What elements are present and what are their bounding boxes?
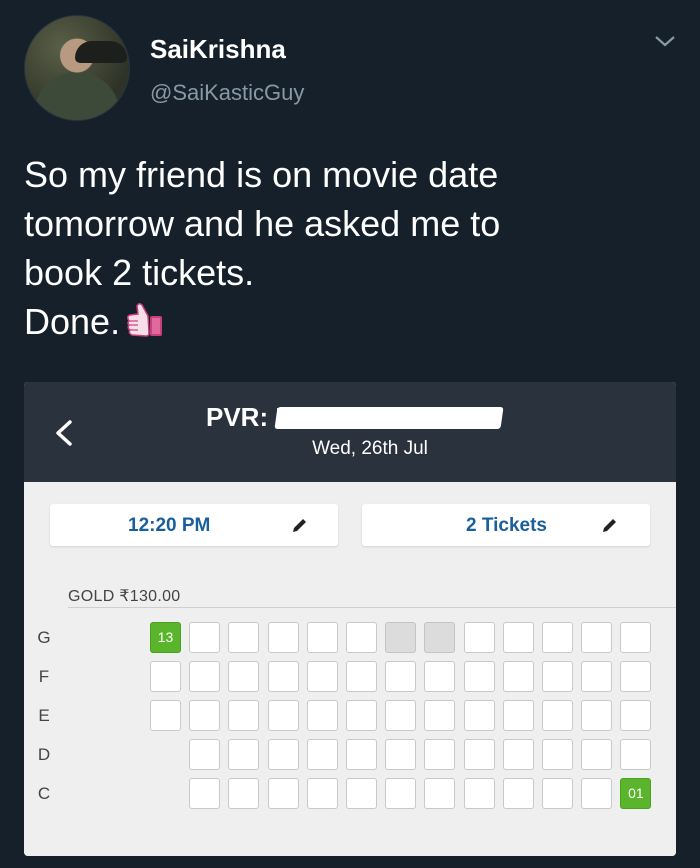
seat[interactable]: [581, 700, 613, 731]
seat[interactable]: [463, 661, 495, 692]
seat[interactable]: [267, 661, 299, 692]
tweet-header: SaiKrishna @SaiKasticGuy: [0, 0, 700, 130]
booked-seat: [424, 622, 456, 653]
ticket-count-label: 2 Tickets: [466, 515, 547, 536]
seat[interactable]: [150, 661, 181, 692]
booked-seat: [385, 622, 417, 653]
seat[interactable]: [463, 778, 495, 809]
pencil-icon[interactable]: [290, 517, 308, 535]
seat[interactable]: [189, 661, 221, 692]
seat[interactable]: [424, 778, 456, 809]
seat[interactable]: [542, 739, 573, 770]
seat[interactable]: [228, 622, 260, 653]
seat[interactable]: [189, 700, 221, 731]
seat[interactable]: [150, 700, 181, 731]
seat[interactable]: [463, 700, 495, 731]
pencil-icon[interactable]: [600, 517, 618, 535]
seat[interactable]: [424, 661, 456, 692]
row-label-e: E: [38, 706, 50, 725]
seat[interactable]: [542, 778, 573, 809]
seat[interactable]: [228, 739, 260, 770]
row-label-d: D: [37, 745, 51, 764]
showtime-label: 12:20 PM: [128, 515, 211, 536]
avatar[interactable]: [24, 15, 130, 121]
section-divider: [68, 607, 676, 608]
tweet-line: So my friend is on movie date: [24, 154, 499, 195]
seat[interactable]: [346, 778, 377, 809]
ticket-count-selector[interactable]: 2 Tickets: [362, 504, 650, 546]
tweet-line: book 2 tickets.: [24, 252, 255, 293]
display-name[interactable]: SaiKrishna: [150, 34, 286, 65]
row-label-g: G: [37, 628, 51, 647]
seat[interactable]: [463, 739, 495, 770]
seat[interactable]: [502, 739, 534, 770]
seat[interactable]: [424, 700, 456, 731]
seat[interactable]: [424, 739, 456, 770]
seat-map-area: 12:20 PM 2 Tickets GOLD ₹130.00 G 13 F E D C 0…: [24, 482, 676, 856]
tweet-line-text: Done.: [24, 301, 121, 342]
seat[interactable]: [502, 700, 534, 731]
seat[interactable]: [346, 622, 377, 653]
seat[interactable]: [189, 778, 221, 809]
seat[interactable]: [581, 778, 613, 809]
seat[interactable]: [502, 778, 534, 809]
selected-seat[interactable]: 01: [620, 778, 652, 809]
seat[interactable]: [306, 661, 338, 692]
showtime-selector[interactable]: 12:20 PM: [50, 504, 338, 546]
seat[interactable]: [228, 700, 260, 731]
seat[interactable]: [267, 778, 299, 809]
seat[interactable]: [542, 661, 573, 692]
seat[interactable]: [385, 661, 417, 692]
seat[interactable]: [502, 622, 534, 653]
thumbs-up-icon: [127, 302, 163, 337]
seat[interactable]: [267, 622, 299, 653]
seat[interactable]: [306, 700, 338, 731]
seat[interactable]: [620, 700, 652, 731]
seat[interactable]: [346, 661, 377, 692]
user-handle[interactable]: @SaiKasticGuy: [150, 80, 304, 106]
seat[interactable]: [542, 700, 573, 731]
show-date: Wed, 26th Jul: [312, 438, 428, 459]
selected-seat[interactable]: 13: [150, 622, 181, 653]
seat[interactable]: [620, 739, 652, 770]
chevron-down-icon[interactable]: [652, 30, 678, 52]
seat[interactable]: [502, 661, 534, 692]
seat[interactable]: [306, 778, 338, 809]
app-bar: PVR: E Wed, 26th Jul: [24, 382, 676, 482]
seat[interactable]: [581, 622, 613, 653]
seat[interactable]: [346, 700, 377, 731]
seat[interactable]: [581, 739, 613, 770]
seat[interactable]: [189, 622, 221, 653]
seat[interactable]: [228, 661, 260, 692]
seat[interactable]: [581, 661, 613, 692]
seat[interactable]: [620, 622, 652, 653]
seat[interactable]: [385, 700, 417, 731]
seat[interactable]: [267, 739, 299, 770]
tweet-line: tomorrow and he asked me to: [24, 203, 501, 244]
seat[interactable]: [189, 739, 221, 770]
seat[interactable]: [620, 661, 652, 692]
booking-screenshot: PVR: E Wed, 26th Jul 12:20 PM 2 Tickets …: [24, 382, 676, 856]
seat[interactable]: [463, 622, 495, 653]
seat[interactable]: [306, 739, 338, 770]
seat[interactable]: [385, 778, 417, 809]
row-label-c: C: [37, 784, 51, 803]
redaction-mark: [274, 407, 504, 429]
seat[interactable]: [228, 778, 260, 809]
seat[interactable]: [385, 739, 417, 770]
seat[interactable]: [267, 700, 299, 731]
tweet-text: So my friend is on movie date tomorrow a…: [24, 150, 674, 346]
section-label: GOLD ₹130.00: [68, 588, 181, 605]
seat[interactable]: [542, 622, 573, 653]
seat[interactable]: [306, 622, 338, 653]
tweet-line: Done.: [24, 297, 674, 346]
seat[interactable]: [346, 739, 377, 770]
row-label-f: F: [38, 667, 50, 686]
